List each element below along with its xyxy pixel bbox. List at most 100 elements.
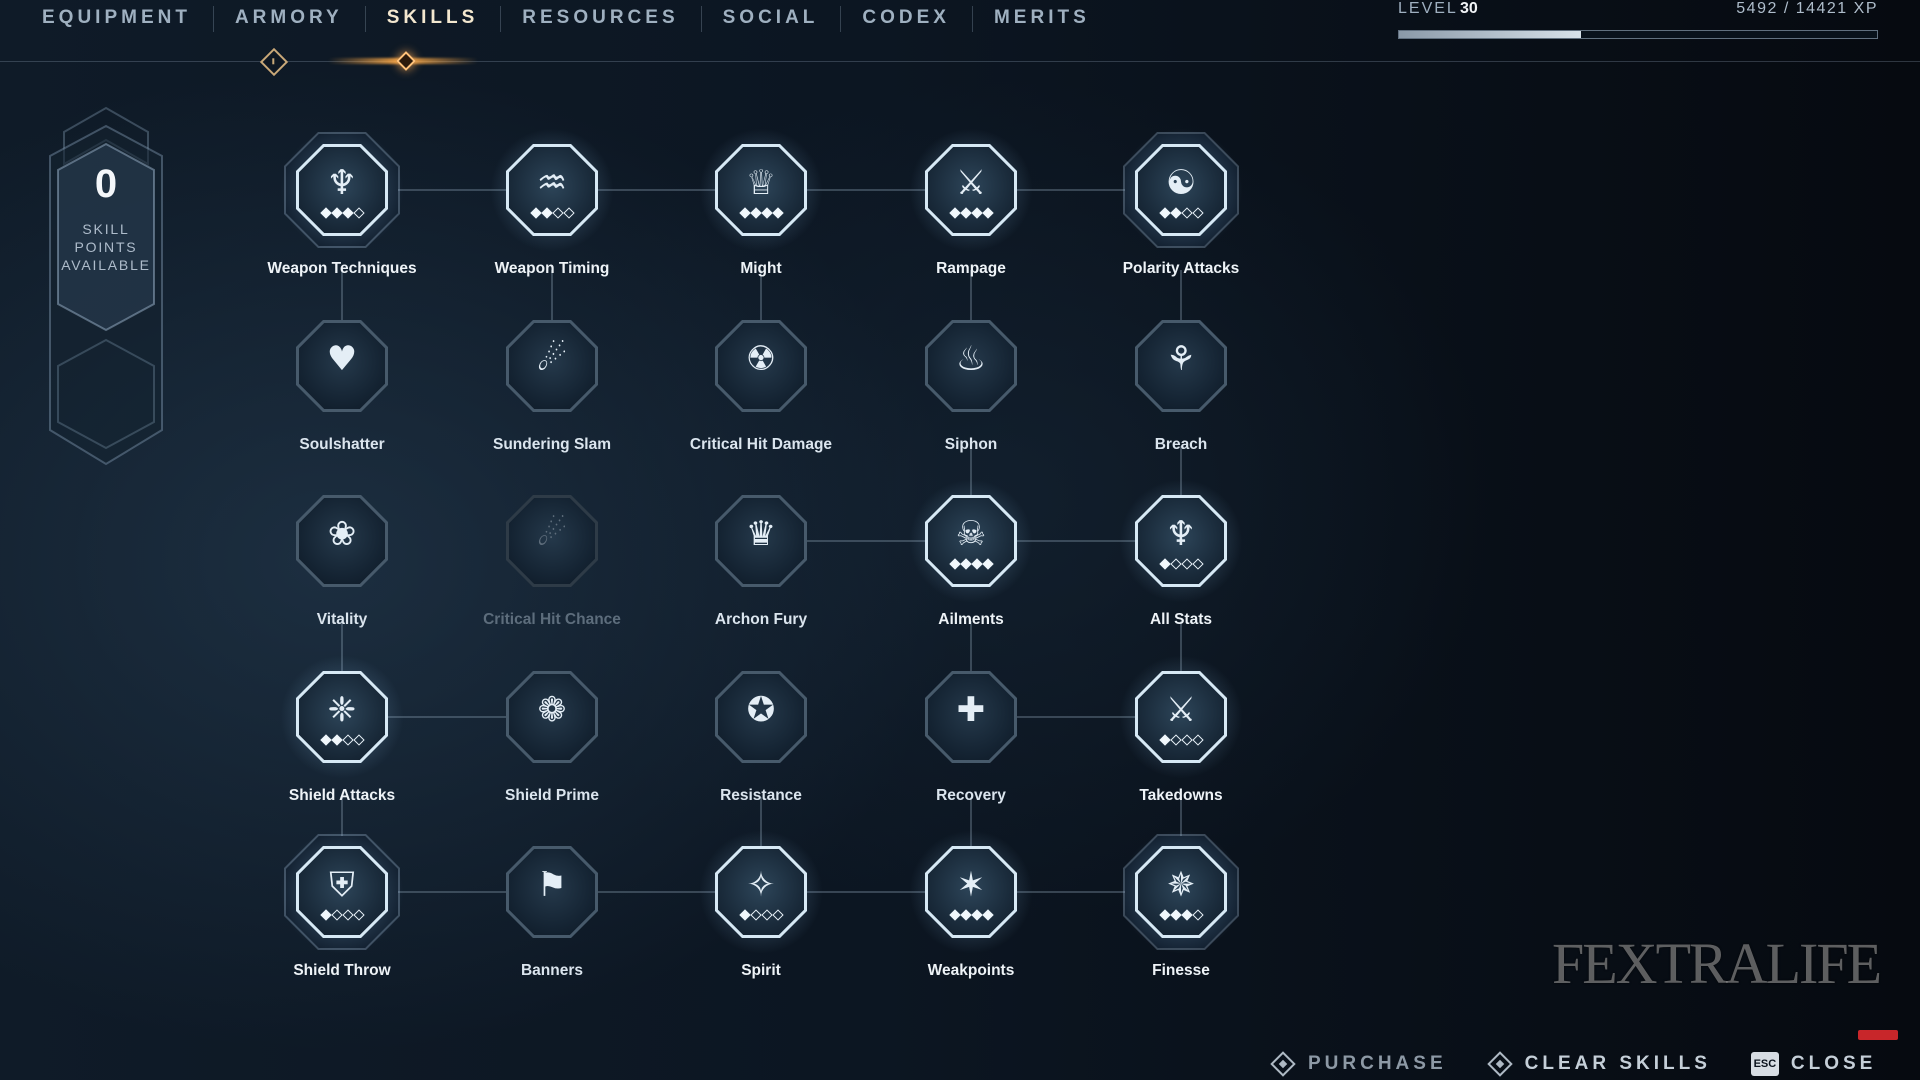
skill-label: Banners: [520, 962, 584, 979]
skill-label: Ailments: [938, 611, 1004, 628]
skill-node-archon-fury[interactable]: ♛ Archon Fury: [666, 495, 856, 645]
rank-pip-filled-icon: [981, 909, 994, 921]
skill-node-critical-hit-damage[interactable]: ☢ Critical Hit Damage: [666, 320, 856, 470]
rank-pip-empty-icon: [1169, 558, 1182, 570]
skill-node-ailments[interactable]: ☠ Ailments: [876, 479, 1066, 645]
rank-pip-empty-icon: [352, 734, 365, 746]
soulshatter-icon: ♥: [296, 320, 388, 412]
skill-node-recovery[interactable]: ✚ Recovery: [876, 671, 1066, 821]
clear-skills-button[interactable]: CLEAR SKILLS: [1486, 1046, 1711, 1080]
skill-node-breach[interactable]: ⚘ Breach: [1086, 320, 1276, 470]
skill-rank-pips: [1138, 558, 1224, 570]
skill-rank-pips: [299, 734, 385, 746]
skill-glyph: ☄: [536, 339, 568, 379]
purchase-key-icon: [1270, 1051, 1296, 1077]
skill-rank-pips: [718, 207, 804, 219]
rank-pip-filled-icon: [319, 909, 332, 921]
skill-node-spirit[interactable]: ✧ Spirit: [666, 830, 856, 996]
skill-rank-pips: [1138, 207, 1224, 219]
rank-pip-filled-icon: [970, 207, 983, 219]
skill-node-vitality[interactable]: ❀ Vitality: [247, 495, 437, 645]
skill-label: Spirit: [741, 962, 781, 979]
skill-label: Soulshatter: [299, 436, 385, 453]
skill-node-finesse[interactable]: ✵ Finesse: [1086, 830, 1276, 996]
rank-pip-empty-icon: [341, 909, 354, 921]
rank-pip-filled-icon: [959, 207, 972, 219]
skill-glyph: ⚑: [536, 865, 568, 905]
rank-pip-filled-icon: [970, 558, 983, 570]
skill-icon-face: ❁: [509, 674, 595, 760]
rank-pip-filled-icon: [319, 207, 332, 219]
rank-pip-filled-icon: [341, 207, 354, 219]
rank-pip-filled-icon: [1169, 909, 1182, 921]
skill-node-weapon-techniques[interactable]: ♆ Weapon Techniques: [247, 128, 437, 294]
skill-node-sundering-slam[interactable]: ☄ Sundering Slam: [457, 320, 647, 470]
skill-node-siphon[interactable]: ♨ Siphon: [876, 320, 1066, 470]
skill-label: Vitality: [316, 611, 368, 628]
skill-label: Archon Fury: [714, 611, 808, 628]
skill-glyph: ♆: [326, 163, 358, 203]
rank-pip-empty-icon: [551, 207, 564, 219]
skill-node-rampage[interactable]: ⚔ Rampage: [876, 128, 1066, 294]
skill-glyph: ☠: [955, 514, 987, 554]
skill-rank-pips: [718, 909, 804, 921]
skill-node-shield-attacks[interactable]: ❈ Shield Attacks: [247, 655, 437, 821]
rank-pip-empty-icon: [760, 909, 773, 921]
rank-pip-filled-icon: [970, 909, 983, 921]
footer-actions: PURCHASE CLEAR SKILLS ESC CLOSE: [1270, 1046, 1876, 1080]
skill-icon-face: ⚔: [928, 147, 1014, 233]
skill-icon-face: ✧: [718, 849, 804, 935]
skill-node-polarity-attacks[interactable]: ☯ Polarity Attacks: [1086, 128, 1276, 294]
rank-pip-empty-icon: [1191, 909, 1204, 921]
rank-pip-filled-icon: [319, 734, 332, 746]
rank-pip-empty-icon: [562, 207, 575, 219]
skill-icon-face: ❀: [299, 498, 385, 584]
skill-glyph: ❁: [537, 690, 567, 730]
rank-pip-filled-icon: [981, 207, 994, 219]
skill-node-takedowns[interactable]: ⚔ Takedowns: [1086, 655, 1276, 821]
skill-node-shield-prime[interactable]: ❁ Shield Prime: [457, 671, 647, 821]
close-button[interactable]: ESC CLOSE: [1750, 1046, 1877, 1080]
skill-node-critical-hit-chance[interactable]: ☄ Critical Hit Chance: [457, 495, 647, 645]
rank-pip-filled-icon: [1158, 558, 1171, 570]
rank-pip-filled-icon: [749, 207, 762, 219]
skill-icon-face: ♕: [718, 147, 804, 233]
recording-badge-icon: [1858, 1030, 1898, 1040]
skill-rank-pips: [928, 207, 1014, 219]
rank-pip-filled-icon: [948, 558, 961, 570]
skill-label: Finesse: [1152, 962, 1210, 979]
rank-pip-empty-icon: [749, 909, 762, 921]
rank-pip-filled-icon: [1158, 207, 1171, 219]
skill-node-weapon-timing[interactable]: ♒ Weapon Timing: [457, 128, 647, 294]
skill-label: Sundering Slam: [493, 436, 611, 453]
purchase-button[interactable]: PURCHASE: [1270, 1046, 1447, 1080]
skill-label: Critical Hit Chance: [483, 611, 621, 628]
rank-pip-empty-icon: [341, 734, 354, 746]
skill-icon-face: ⚘: [1138, 323, 1224, 409]
skill-node-all-stats[interactable]: ♆ All Stats: [1086, 479, 1276, 645]
skill-node-banners[interactable]: ⚑ Banners: [457, 846, 647, 996]
skill-glyph: ♕: [745, 163, 777, 203]
skill-icon-face: ♛: [718, 498, 804, 584]
skill-rank-pips: [299, 207, 385, 219]
rampage-icon: ⚔: [925, 144, 1017, 236]
rank-pip-filled-icon: [760, 207, 773, 219]
skill-node-shield-throw[interactable]: ⛨ Shield Throw: [247, 830, 437, 996]
rank-pip-empty-icon: [1191, 734, 1204, 746]
skill-label: Weakpoints: [927, 962, 1015, 979]
skill-node-weakpoints[interactable]: ✶ Weakpoints: [876, 830, 1066, 996]
weapon-techniques-icon: ♆: [296, 144, 388, 236]
skill-label: Shield Throw: [293, 962, 391, 979]
rank-pip-empty-icon: [1191, 558, 1204, 570]
skill-icon-face: ⛨: [299, 849, 385, 935]
skill-node-might[interactable]: ♕ Might: [666, 128, 856, 294]
skill-glyph: ♛: [745, 514, 777, 554]
skill-node-resistance[interactable]: ✪ Resistance: [666, 671, 856, 821]
rank-pip-empty-icon: [771, 909, 784, 921]
skill-icon-face: ⚑: [509, 849, 595, 935]
skill-glyph: ☯: [1165, 163, 1197, 203]
weakpoints-icon: ✶: [925, 846, 1017, 938]
close-label: CLOSE: [1790, 1053, 1877, 1074]
weapon-timing-icon: ♒: [506, 144, 598, 236]
skill-node-soulshatter[interactable]: ♥ Soulshatter: [247, 320, 437, 470]
